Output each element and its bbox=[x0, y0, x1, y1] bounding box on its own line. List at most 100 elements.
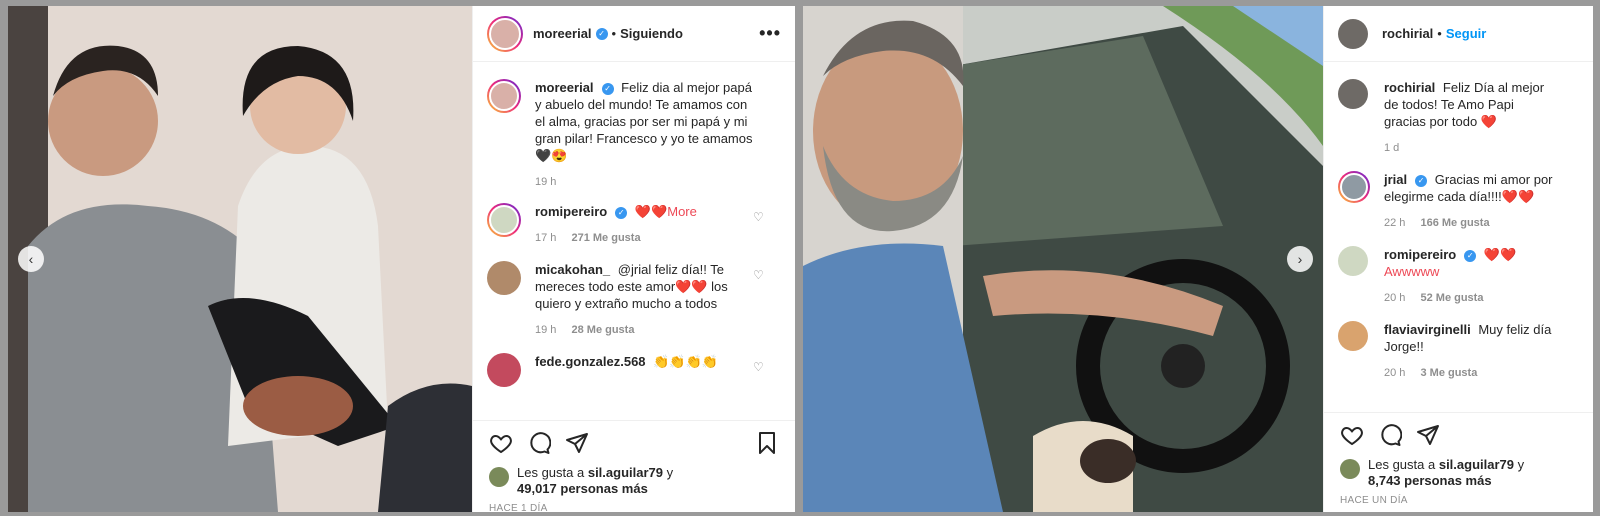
post-actions: Les gusta a sil.aguilar79 y 8,743 person… bbox=[1324, 412, 1593, 512]
caption: moreerial ✓ Feliz dia al mejor papá y abu… bbox=[487, 79, 781, 191]
comment-item: micakohan_ @jrial feliz día!! Te mereces… bbox=[487, 261, 781, 339]
comment-time: 20 h bbox=[1384, 367, 1406, 379]
story-ring[interactable] bbox=[487, 203, 521, 237]
comment-username[interactable]: flaviavirginelli bbox=[1384, 322, 1471, 337]
more-options-icon[interactable]: ••• bbox=[759, 23, 781, 44]
likes-text: Les gusta a sil.aguilar79 y 49,017 perso… bbox=[517, 465, 673, 497]
share-icon[interactable] bbox=[565, 431, 589, 455]
avatar bbox=[489, 205, 519, 235]
comment-text: Gracias mi amor por elegirme cada día!!!… bbox=[1384, 172, 1553, 204]
verified-badge-icon: ✓ bbox=[601, 82, 614, 95]
liker-username[interactable]: sil.aguilar79 bbox=[588, 465, 663, 480]
comment-text: ❤️❤️More bbox=[634, 204, 697, 219]
caption-username[interactable]: moreerial bbox=[535, 80, 594, 95]
verified-badge-icon: ✓ bbox=[595, 27, 608, 40]
photo-illustration bbox=[8, 6, 472, 512]
likes-suffix: y bbox=[666, 465, 674, 480]
comment-body: jrial ✓ Gracias mi amor por elegirme cada… bbox=[1384, 171, 1579, 232]
share-icon[interactable] bbox=[1416, 423, 1440, 447]
likes-count[interactable]: 8,743 personas más bbox=[1368, 473, 1492, 488]
comment-meta: 19 h 28 Me gusta bbox=[535, 322, 757, 339]
caption-time: 19 h bbox=[535, 176, 557, 188]
comment-time: 20 h bbox=[1384, 292, 1406, 304]
caption-body: rochirial Feliz Día al mejor de todos! T… bbox=[1384, 79, 1579, 157]
comment-body: romipereiro ✓ ❤️❤️Awwwww 20 h 52 Me gusta bbox=[1384, 246, 1579, 307]
caption-meta: 19 h bbox=[535, 174, 757, 191]
separator-dot: • bbox=[611, 26, 617, 41]
like-comment-heart-icon[interactable]: ♡ bbox=[753, 361, 765, 373]
comment-icon[interactable] bbox=[1378, 423, 1402, 447]
avatar[interactable] bbox=[1338, 321, 1368, 351]
comment-item: romipereiro ✓ ❤️❤️More 17 h 271 Me gusta … bbox=[487, 203, 781, 247]
comment-meta: 20 h 3 Me gusta bbox=[1384, 365, 1555, 382]
action-icons bbox=[1340, 423, 1577, 447]
post-photo[interactable]: ‹ bbox=[8, 6, 472, 512]
comment-username[interactable]: micakohan_ bbox=[535, 262, 610, 277]
likes-suffix: y bbox=[1517, 457, 1525, 472]
comment-likes[interactable]: 28 Me gusta bbox=[571, 324, 634, 336]
caption-meta: 1 d bbox=[1384, 140, 1555, 157]
instagram-post-rochirial: › rochirial • Seguir rochirial Feliz Día… bbox=[803, 6, 1593, 512]
bookmark-icon[interactable] bbox=[755, 431, 779, 455]
post-time-ago: HACE UN DÍA bbox=[1340, 495, 1408, 506]
story-ring[interactable] bbox=[487, 79, 521, 113]
comment-time: 22 h bbox=[1384, 217, 1406, 229]
heart-icon[interactable] bbox=[1340, 423, 1364, 447]
action-icons bbox=[489, 431, 779, 455]
avatar[interactable] bbox=[1338, 79, 1368, 109]
comment-likes[interactable]: 3 Me gusta bbox=[1420, 367, 1477, 379]
post-side-panel: moreerial ✓ • Siguiendo ••• moreerial ✓ F… bbox=[472, 6, 795, 512]
comment-body: micakohan_ @jrial feliz día!! Te mereces… bbox=[535, 261, 781, 339]
likes-text: Les gusta a sil.aguilar79 y 8,743 person… bbox=[1368, 457, 1524, 489]
story-ring[interactable] bbox=[487, 15, 523, 52]
liker-avatar bbox=[1340, 459, 1360, 479]
comment-meta: 17 h 271 Me gusta bbox=[535, 230, 757, 247]
heart-icon[interactable] bbox=[489, 431, 513, 455]
comment-text: 👏👏👏👏 bbox=[653, 354, 718, 369]
comment-icon[interactable] bbox=[527, 431, 551, 455]
likes-prefix: Les gusta a bbox=[1368, 457, 1436, 472]
chevron-right-icon[interactable]: › bbox=[1287, 246, 1313, 272]
follow-button[interactable]: Seguir bbox=[1446, 26, 1486, 41]
post-header: moreerial ✓ • Siguiendo ••• bbox=[473, 6, 795, 62]
story-ring[interactable] bbox=[1338, 171, 1370, 203]
verified-badge-icon: ✓ bbox=[1464, 249, 1477, 262]
avatar[interactable] bbox=[1338, 246, 1368, 276]
comment-likes[interactable]: 271 Me gusta bbox=[571, 232, 640, 244]
comment-likes[interactable]: 166 Me gusta bbox=[1420, 217, 1489, 229]
comment-username[interactable]: romipereiro bbox=[535, 204, 607, 219]
avatar bbox=[489, 81, 519, 111]
comment-time: 17 h bbox=[535, 232, 557, 244]
liker-username[interactable]: sil.aguilar79 bbox=[1439, 457, 1514, 472]
chevron-left-icon[interactable]: ‹ bbox=[18, 246, 44, 272]
post-header: rochirial • Seguir bbox=[1324, 6, 1593, 62]
header-username[interactable]: rochirial bbox=[1382, 26, 1433, 41]
caption-username[interactable]: rochirial bbox=[1384, 80, 1435, 95]
comment-username[interactable]: romipereiro bbox=[1384, 247, 1456, 262]
verified-badge-icon: ✓ bbox=[1415, 174, 1428, 187]
post-side-panel: rochirial • Seguir rochirial Feliz Día a… bbox=[1323, 6, 1593, 512]
following-button[interactable]: Siguiendo bbox=[620, 26, 683, 41]
avatar[interactable] bbox=[487, 261, 521, 295]
like-comment-heart-icon[interactable]: ♡ bbox=[753, 269, 765, 281]
caption-time: 1 d bbox=[1384, 142, 1400, 154]
avatar[interactable] bbox=[487, 353, 521, 387]
post-photo[interactable]: › bbox=[803, 6, 1323, 512]
comment-likes[interactable]: 52 Me gusta bbox=[1420, 292, 1483, 304]
header-username[interactable]: moreerial bbox=[533, 26, 592, 41]
liker-avatar bbox=[489, 467, 509, 487]
comment-item: fede.gonzalez.568 👏👏👏👏 ♡ bbox=[487, 353, 781, 387]
photo-illustration bbox=[803, 6, 1323, 512]
comment-username[interactable]: fede.gonzalez.568 bbox=[535, 354, 646, 369]
separator-dot: • bbox=[1437, 26, 1442, 41]
comment-body: flaviavirginelli Muy feliz día Jorge!! 2… bbox=[1384, 321, 1579, 382]
comments-list[interactable]: moreerial ✓ Feliz dia al mejor papá y abu… bbox=[473, 63, 795, 420]
likes-summary: Les gusta a sil.aguilar79 y 8,743 person… bbox=[1340, 457, 1577, 489]
comment-username[interactable]: jrial bbox=[1384, 172, 1407, 187]
comments-list[interactable]: rochirial Feliz Día al mejor de todos! T… bbox=[1324, 63, 1593, 420]
comment-item: romipereiro ✓ ❤️❤️Awwwww 20 h 52 Me gusta bbox=[1338, 246, 1579, 307]
comment-meta: 22 h 166 Me gusta bbox=[1384, 215, 1555, 232]
avatar[interactable] bbox=[1338, 18, 1368, 49]
likes-count[interactable]: 49,017 personas más bbox=[517, 481, 648, 496]
like-comment-heart-icon[interactable]: ♡ bbox=[753, 211, 765, 223]
